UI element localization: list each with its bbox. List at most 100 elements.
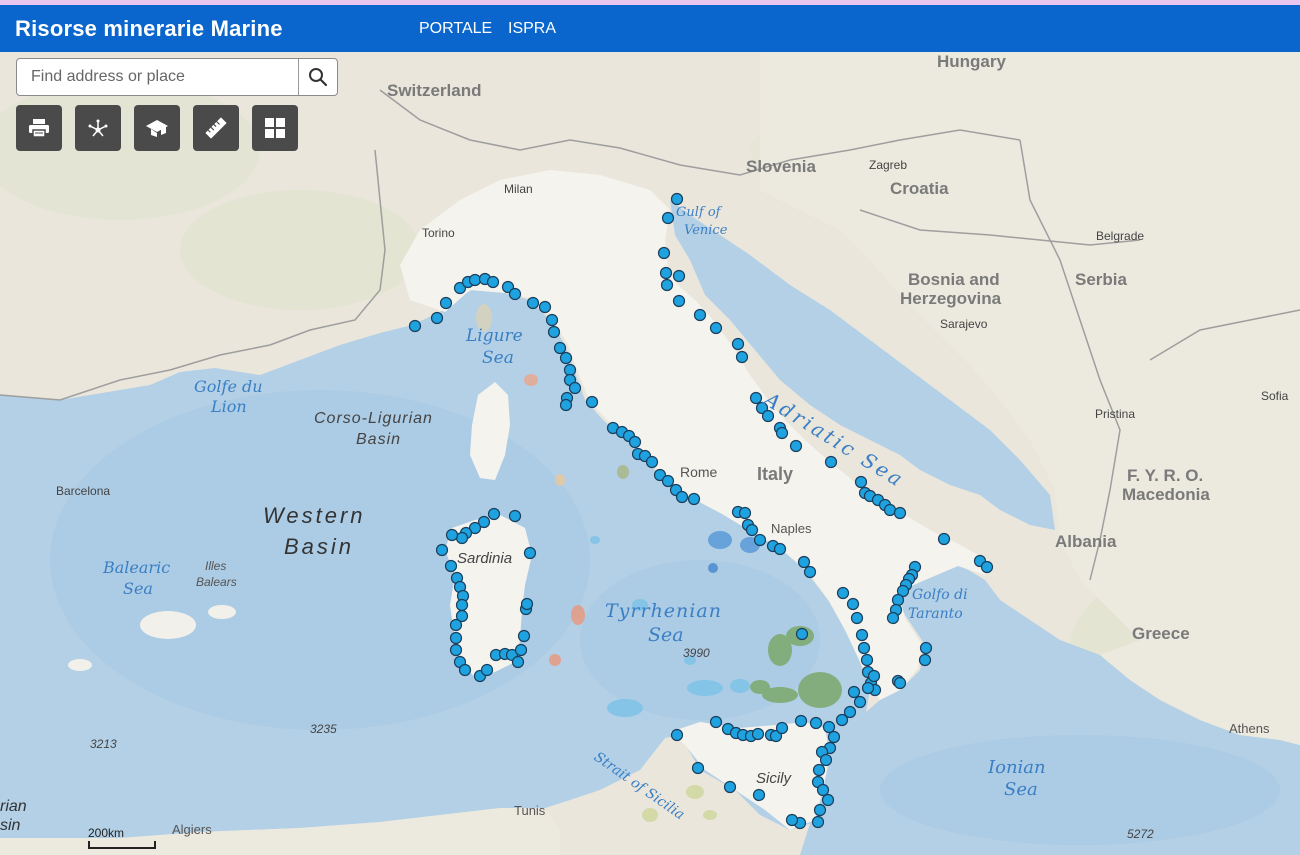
share-button[interactable] (75, 105, 121, 151)
sample-point-marker[interactable] (523, 546, 537, 560)
sample-point-marker[interactable] (449, 643, 463, 657)
sample-point-marker[interactable] (444, 559, 458, 573)
nav-link-portale[interactable]: PORTALE (419, 20, 492, 38)
sample-point-marker[interactable] (458, 663, 472, 677)
sample-point-marker[interactable] (670, 192, 684, 206)
sample-point-marker[interactable] (797, 555, 811, 569)
sample-point-marker[interactable] (449, 631, 463, 645)
sample-point-marker[interactable] (855, 628, 869, 642)
sample-point-marker[interactable] (553, 341, 567, 355)
sample-point-marker[interactable] (691, 761, 705, 775)
sample-point-marker[interactable] (795, 627, 809, 641)
sample-point-marker[interactable] (568, 381, 582, 395)
sample-point-marker[interactable] (672, 269, 686, 283)
sample-point-marker[interactable] (861, 681, 875, 695)
sample-point-marker[interactable] (816, 783, 830, 797)
map-canvas[interactable]: Hungary Switzerland Slovenia Croatia Bos… (0, 52, 1300, 855)
sample-point-marker[interactable] (455, 598, 469, 612)
sample-point-marker[interactable] (854, 475, 868, 489)
nav-link-ispra[interactable]: ISPRA (508, 20, 556, 38)
basemap-button[interactable] (134, 105, 180, 151)
sample-point-marker[interactable] (487, 507, 501, 521)
sample-point-marker[interactable] (827, 730, 841, 744)
sample-point-marker[interactable] (660, 278, 674, 292)
sample-point-marker[interactable] (785, 813, 799, 827)
sample-point-marker[interactable] (723, 780, 737, 794)
sample-point-marker[interactable] (937, 532, 951, 546)
search-button[interactable] (298, 59, 337, 95)
sample-point-marker[interactable] (520, 597, 534, 611)
sample-point-marker[interactable] (480, 663, 494, 677)
sample-point-marker[interactable] (745, 523, 759, 537)
sample-point-marker[interactable] (645, 455, 659, 469)
sample-point-marker[interactable] (835, 713, 849, 727)
sample-point-marker[interactable] (883, 503, 897, 517)
sample-point-marker[interactable] (731, 337, 745, 351)
sample-point-marker[interactable] (860, 653, 874, 667)
sample-point-marker[interactable] (538, 300, 552, 314)
sample-point-marker[interactable] (836, 586, 850, 600)
sample-point-marker[interactable] (789, 439, 803, 453)
sample-point-marker[interactable] (735, 350, 749, 364)
sample-point-marker[interactable] (753, 533, 767, 547)
sample-point-marker[interactable] (468, 273, 482, 287)
sample-point-marker[interactable] (585, 395, 599, 409)
sample-point-marker[interactable] (657, 246, 671, 260)
sample-point-marker[interactable] (775, 426, 789, 440)
sample-point-marker[interactable] (693, 308, 707, 322)
sample-point-marker[interactable] (819, 753, 833, 767)
sample-point-marker[interactable] (803, 565, 817, 579)
sample-point-marker[interactable] (559, 351, 573, 365)
sample-point-marker[interactable] (867, 669, 881, 683)
sample-point-marker[interactable] (455, 531, 469, 545)
sample-point-marker[interactable] (980, 560, 994, 574)
sample-point-marker[interactable] (886, 611, 900, 625)
sample-point-marker[interactable] (773, 542, 787, 556)
print-button[interactable] (16, 105, 62, 151)
sample-point-marker[interactable] (511, 655, 525, 669)
sample-point-marker[interactable] (430, 311, 444, 325)
sample-point-marker[interactable] (445, 528, 459, 542)
sample-point-marker[interactable] (661, 474, 675, 488)
sample-point-marker[interactable] (809, 716, 823, 730)
sample-point-marker[interactable] (775, 721, 789, 735)
sample-point-marker[interactable] (893, 676, 907, 690)
sample-point-marker[interactable] (547, 325, 561, 339)
sample-point-marker[interactable] (545, 313, 559, 327)
sample-point-marker[interactable] (408, 319, 422, 333)
sample-point-marker[interactable] (738, 506, 752, 520)
sample-point-marker[interactable] (508, 509, 522, 523)
sample-point-marker[interactable] (661, 211, 675, 225)
sample-point-marker[interactable] (821, 793, 835, 807)
apps-grid-button[interactable] (252, 105, 298, 151)
sample-point-marker[interactable] (891, 593, 905, 607)
sample-point-marker[interactable] (752, 788, 766, 802)
sample-point-marker[interactable] (824, 455, 838, 469)
measure-button[interactable] (193, 105, 239, 151)
sample-point-marker[interactable] (813, 803, 827, 817)
sample-point-marker[interactable] (847, 685, 861, 699)
sample-point-marker[interactable] (526, 296, 540, 310)
sample-point-marker[interactable] (811, 815, 825, 829)
sample-point-marker[interactable] (812, 763, 826, 777)
sample-point-marker[interactable] (508, 287, 522, 301)
sample-point-marker[interactable] (749, 391, 763, 405)
sample-point-marker[interactable] (709, 715, 723, 729)
sample-point-marker[interactable] (563, 363, 577, 377)
sample-point-marker[interactable] (751, 727, 765, 741)
sample-point-marker[interactable] (918, 653, 932, 667)
sample-point-marker[interactable] (853, 695, 867, 709)
sample-point-marker[interactable] (435, 543, 449, 557)
sample-point-marker[interactable] (559, 398, 573, 412)
sample-point-marker[interactable] (628, 435, 642, 449)
sample-point-marker[interactable] (675, 490, 689, 504)
sample-point-marker[interactable] (517, 629, 531, 643)
sample-point-marker[interactable] (672, 294, 686, 308)
sample-point-marker[interactable] (709, 321, 723, 335)
sample-point-marker[interactable] (893, 506, 907, 520)
sample-point-marker[interactable] (439, 296, 453, 310)
sample-point-marker[interactable] (659, 266, 673, 280)
sample-point-marker[interactable] (822, 720, 836, 734)
sample-point-marker[interactable] (919, 641, 933, 655)
sample-point-marker[interactable] (846, 597, 860, 611)
